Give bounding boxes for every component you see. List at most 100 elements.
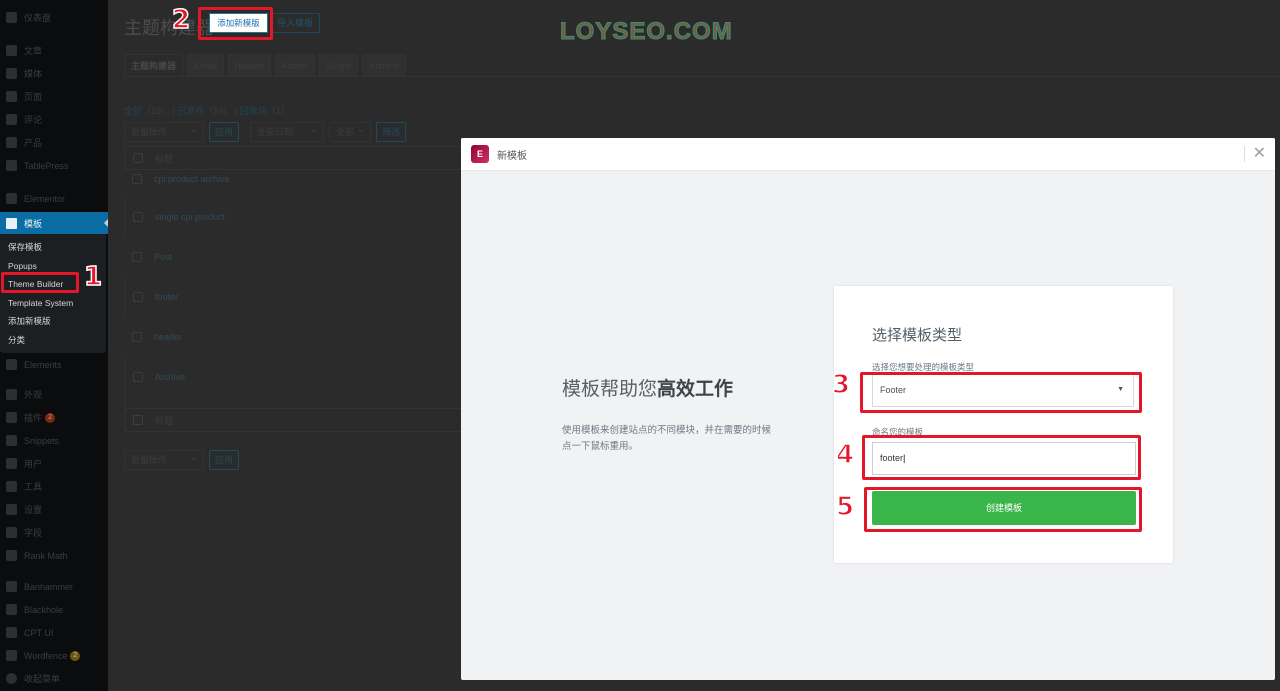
form-title: 选择模板类型 (872, 327, 963, 344)
media-icon (6, 68, 17, 79)
row-title-link[interactable]: Archive (155, 372, 185, 382)
filter-all-link[interactable]: 全部 (124, 106, 142, 116)
table-row: Post (124, 238, 504, 278)
apply-button[interactable]: 应用 (209, 122, 240, 142)
annotation-box-1 (1, 272, 79, 293)
filter-trash-link[interactable]: 回收站 (240, 106, 267, 116)
apply-button-bottom[interactable]: 应用 (209, 450, 240, 470)
tab-theme-builder[interactable]: 主题构建器 (124, 54, 184, 76)
row-checkbox[interactable] (133, 212, 143, 222)
settings-icon (6, 504, 17, 515)
submenu-template-system[interactable]: Template System (0, 294, 106, 313)
row-title-link[interactable]: single cpi product (155, 212, 225, 222)
table-row: header (124, 318, 504, 358)
sidebar-item-snippets[interactable]: Snippets (0, 429, 108, 452)
bulk-action-select[interactable]: 批量操作 (124, 121, 204, 142)
date-filter-select[interactable]: 全部日期 (250, 121, 325, 142)
user-icon (6, 458, 17, 469)
bulk-action-select-bottom[interactable]: 批量操作 (124, 449, 204, 470)
submenu-add-new[interactable]: 添加新模版 (0, 312, 106, 331)
row-checkbox[interactable] (133, 292, 143, 302)
grid-icon (6, 627, 17, 638)
sidebar-item-wordfence[interactable]: Wordfence 2 (0, 644, 108, 667)
chart-icon (6, 550, 17, 561)
collapse-icon (6, 673, 17, 684)
row-checkbox[interactable] (132, 332, 142, 342)
sidebar-collapse-menu[interactable]: 收起菜单 (0, 667, 108, 690)
sidebar-item-comments[interactable]: 评论 (0, 108, 108, 131)
bottom-toolbar: 批量操作 应用 (124, 449, 240, 470)
sidebar-item-media[interactable]: 媒体 (0, 62, 108, 85)
tab-archive[interactable]: Archive (362, 54, 407, 76)
tab-footer[interactable]: Footer (275, 54, 316, 76)
templates-table: 标题 cpi product archive single cpi produc… (124, 146, 504, 432)
fields-icon (6, 527, 17, 538)
annotation-box-2 (198, 7, 273, 40)
sidebar-item-cpt-ui[interactable]: CPT UI (0, 621, 108, 644)
tab-header[interactable]: Header (227, 54, 272, 76)
sidebar-item-settings[interactable]: 设置 (0, 498, 108, 521)
intro-section: 模板帮助您高效工作 使用模板来创建站点的不同模块，并在需要的时候点一下鼠标重用。 (562, 374, 777, 455)
type-filter-select[interactable]: 全部 (329, 121, 372, 142)
filter-published-link[interactable]: 已发布 (177, 106, 204, 116)
close-icon[interactable]: ✕ (1253, 144, 1266, 164)
table-row: cpi product archive (124, 170, 504, 198)
wordfence-badge: 2 (70, 650, 81, 661)
table-row: single cpi product (124, 198, 504, 238)
sidebar-item-pages[interactable]: 页面 (0, 85, 108, 108)
annotation-number-4: 4 (835, 439, 855, 471)
select-all-checkbox-bottom[interactable] (133, 415, 143, 425)
elementor-icon (6, 193, 17, 204)
tab-single[interactable]: Single (319, 54, 359, 76)
sidebar-item-templates[interactable]: 模板 (0, 212, 108, 234)
submenu-saved-templates[interactable]: 保存模板 (0, 238, 106, 257)
table-row: Archive (124, 358, 504, 408)
row-checkbox[interactable] (133, 372, 143, 382)
watermark: LOYSEO.COM (560, 18, 733, 46)
row-title-link[interactable]: cpi product archive (154, 174, 230, 184)
templates-submenu: 保存模板 Popups Theme Builder Template Syste… (0, 234, 106, 353)
annotation-number-2: 2 (171, 4, 191, 36)
select-all-checkbox[interactable] (133, 153, 143, 163)
elementor-logo-icon: E (471, 145, 489, 163)
pin-icon (6, 137, 17, 148)
row-title-link[interactable]: Post (154, 252, 172, 262)
sidebar-item-products[interactable]: 产品 (0, 131, 108, 154)
pin-icon (6, 45, 17, 56)
row-checkbox[interactable] (132, 174, 142, 184)
sidebar-item-dashboard[interactable]: 仪表盘 (0, 6, 108, 29)
row-checkbox[interactable] (132, 252, 142, 262)
plugin-icon (6, 412, 17, 423)
hammer-icon (6, 581, 17, 592)
tab-email[interactable]: Email (187, 54, 224, 76)
sidebar-item-tools[interactable]: 工具 (0, 475, 108, 498)
sidebar-item-tablepress[interactable]: TablePress (0, 154, 108, 177)
sidebar-item-plugins[interactable]: 插件 2 (0, 406, 108, 429)
table-footer: 标题 (124, 408, 504, 432)
sidebar-item-users[interactable]: 用户 (0, 452, 108, 475)
shield-icon (6, 650, 17, 661)
sidebar-item-banhammer[interactable]: Banhammer (0, 575, 108, 598)
row-title-link[interactable]: header (154, 332, 182, 342)
annotation-number-5: 5 (835, 491, 855, 523)
sidebar-item-appearance[interactable]: 外观 (0, 383, 108, 406)
sidebar-item-fields[interactable]: 字段 (0, 521, 108, 544)
sidebar-item-elements[interactable]: Elements (0, 353, 108, 376)
import-templates-button[interactable]: 导入模板 (270, 13, 321, 33)
row-title-link[interactable]: footer (155, 292, 178, 302)
filter-button[interactable]: 筛选 (376, 122, 407, 142)
modal-title: 新模板 (497, 150, 527, 162)
admin-sidebar: 仪表盘 文章 媒体 页面 评论 产品 TablePress Elementor … (0, 0, 108, 691)
sidebar-item-blackhole[interactable]: Blackhole (0, 598, 108, 621)
sidebar-item-rank-math[interactable]: Rank Math (0, 544, 108, 567)
header-divider (1244, 146, 1245, 162)
submenu-categories[interactable]: 分类 (0, 331, 106, 350)
top-toolbar: 批量操作 应用 全部日期 全部 筛选 (124, 121, 407, 142)
table-icon (6, 160, 17, 171)
annotation-box-3 (860, 372, 1142, 413)
sidebar-item-elementor[interactable]: Elementor (0, 187, 108, 210)
table-row: footer (124, 278, 504, 318)
modal-header: E 新模板 ✕ (461, 138, 1275, 171)
sidebar-item-posts[interactable]: 文章 (0, 39, 108, 62)
intro-description: 使用模板来创建站点的不同模块，并在需要的时候点一下鼠标重用。 (562, 425, 772, 452)
